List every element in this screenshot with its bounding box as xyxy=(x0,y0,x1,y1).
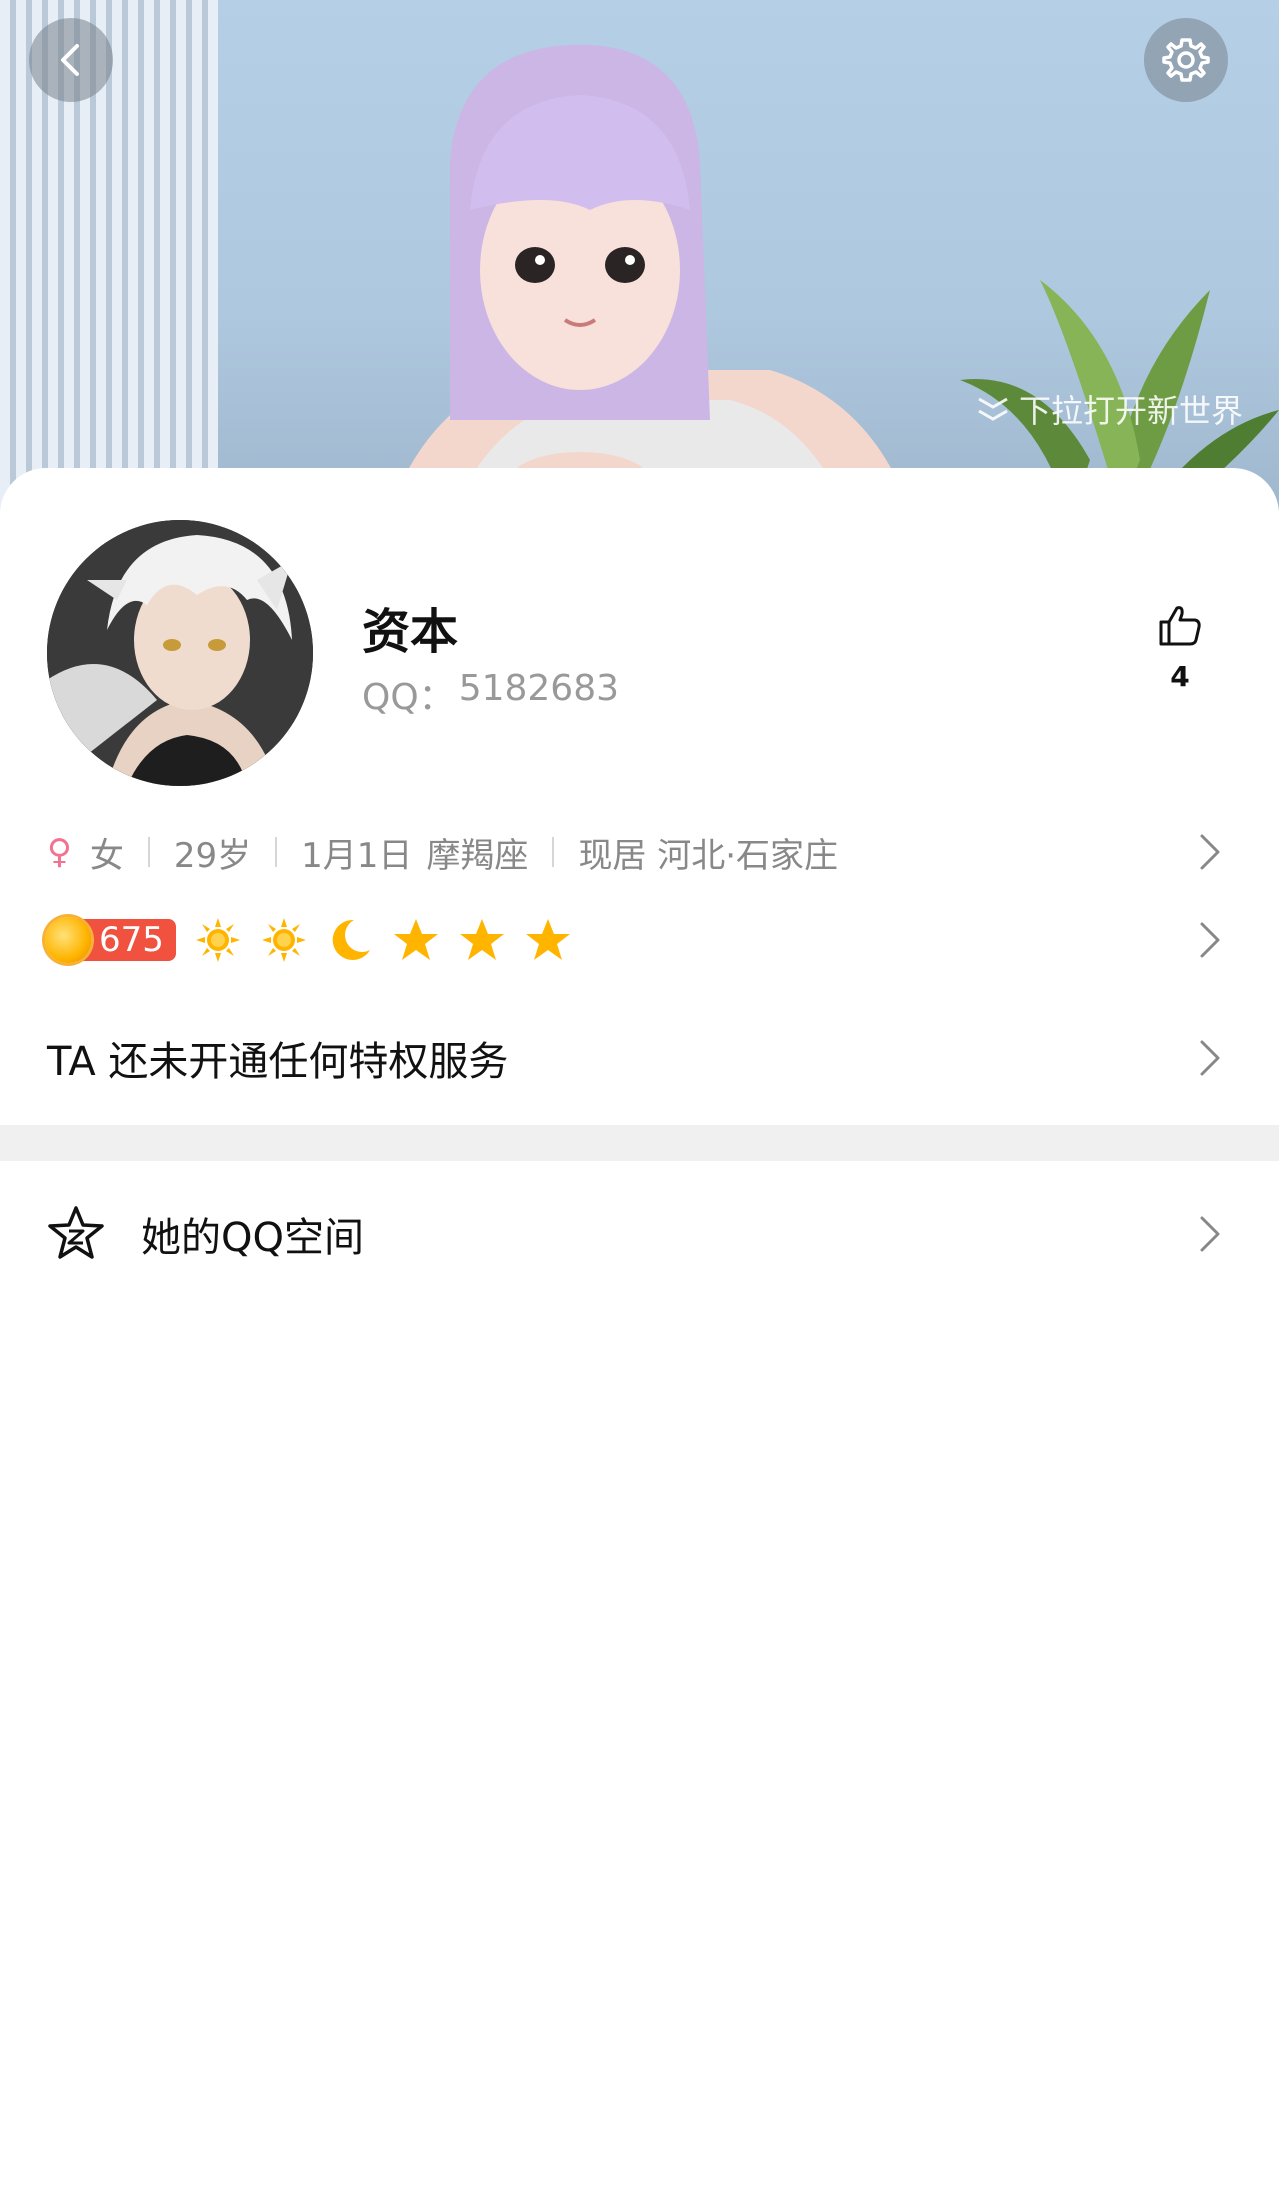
star-icon xyxy=(459,919,504,960)
avatar-portrait xyxy=(47,520,313,786)
star-icon xyxy=(393,919,438,960)
gender-text: 女 xyxy=(89,835,124,876)
female-icon: ♀ xyxy=(47,832,72,872)
profile-banner[interactable]: 下拉打开新世界 xyxy=(0,0,1279,520)
star-icon xyxy=(525,919,570,960)
divider xyxy=(552,837,555,867)
qq-zone-row[interactable]: 她的QQ空间 xyxy=(0,1204,1279,1264)
level-badge-value: 675 xyxy=(99,920,164,960)
settings-button[interactable] xyxy=(1144,18,1228,102)
thumbs-up-icon xyxy=(1159,606,1201,646)
back-button[interactable] xyxy=(29,18,113,102)
qq-zone-text: 她的QQ空间 xyxy=(141,1215,364,1261)
chevron-right-icon xyxy=(1200,1216,1220,1252)
pull-down-hint[interactable]: 下拉打开新世界 xyxy=(975,386,1243,432)
gear-icon xyxy=(1162,38,1210,82)
privilege-row[interactable]: TA 还未开通任何特权服务 xyxy=(0,1030,1279,1086)
avatar-3d-figure xyxy=(390,44,910,520)
coin-icon xyxy=(45,917,91,963)
qq-number: 5182683 xyxy=(458,668,620,709)
divider xyxy=(147,837,150,867)
section-divider xyxy=(0,1125,1279,1161)
profile-name: 资本 xyxy=(362,604,459,660)
chevron-right-icon xyxy=(1200,922,1220,958)
divider xyxy=(275,837,278,867)
location-text: 现居 河北·石家庄 xyxy=(578,835,839,876)
sun-icon xyxy=(261,918,306,962)
like-count: 4 xyxy=(1170,660,1190,693)
avatar[interactable] xyxy=(47,520,313,786)
sun-icon xyxy=(195,918,240,962)
qq-label: QQ： xyxy=(362,677,455,718)
double-chevron-down-icon xyxy=(978,397,1008,421)
level-badge: 675 xyxy=(45,917,176,963)
level-row[interactable]: 675 xyxy=(0,912,1279,968)
moon-icon xyxy=(332,919,370,960)
age-text: 29岁 xyxy=(173,835,252,876)
basic-info-row[interactable]: ♀ 女 29岁 1月1日 摩羯座 现居 河北·石家庄 xyxy=(0,826,1279,878)
chevron-right-icon xyxy=(1200,1040,1220,1076)
chevron-left-icon xyxy=(61,44,79,76)
birthday-text: 1月1日 xyxy=(301,835,413,876)
like-button[interactable]: 4 xyxy=(1150,602,1210,693)
privilege-text: TA 还未开通任何特权服务 xyxy=(47,1039,509,1085)
chevron-right-icon xyxy=(1200,834,1220,870)
qq-number-line: QQ： 5182683 xyxy=(362,668,619,720)
pull-hint-text: 下拉打开新世界 xyxy=(1018,392,1243,430)
zodiac-text: 摩羯座 xyxy=(426,835,529,876)
qzone-star-icon xyxy=(48,1206,104,1259)
